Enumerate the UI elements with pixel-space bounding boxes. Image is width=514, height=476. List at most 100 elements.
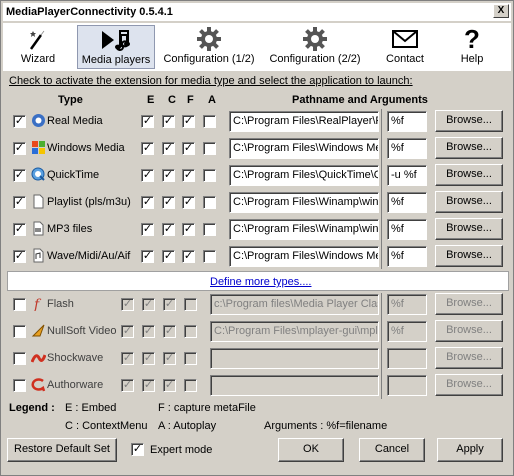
capture-checkbox[interactable]: ✓: [182, 196, 195, 209]
browse-button[interactable]: Browse...: [435, 137, 503, 159]
header-type: Type: [58, 94, 83, 106]
question-mark-icon: ?: [464, 23, 480, 54]
capture-checkbox[interactable]: ✓: [182, 169, 195, 182]
music-notes-icon: [100, 26, 132, 54]
apply-button[interactable]: Apply: [437, 438, 503, 462]
enable-checkbox[interactable]: [13, 352, 26, 365]
contextmenu-checkbox[interactable]: ✓: [162, 223, 175, 236]
autoplay-checkbox: [184, 325, 197, 338]
help-label: Help: [460, 53, 484, 65]
close-button[interactable]: X: [493, 4, 509, 18]
restore-default-button[interactable]: Restore Default Set: [7, 438, 117, 462]
autoplay-checkbox[interactable]: [203, 250, 216, 263]
ok-button[interactable]: OK: [278, 438, 344, 462]
embed-checkbox[interactable]: ✓: [141, 196, 154, 209]
arguments-input[interactable]: %f: [387, 138, 427, 159]
capture-checkbox[interactable]: ✓: [182, 142, 195, 155]
enable-checkbox[interactable]: [13, 298, 26, 311]
type-label: Authorware: [47, 379, 104, 391]
type-label: QuickTime: [47, 169, 100, 181]
embed-checkbox[interactable]: ✓: [141, 223, 154, 236]
contextmenu-checkbox[interactable]: ✓: [162, 250, 175, 263]
browse-button: Browse...: [435, 374, 503, 396]
pathname-input[interactable]: C:\Program Files\Windows Me: [229, 138, 379, 159]
header-embed: E: [147, 94, 155, 106]
help-tab[interactable]: ? Help: [447, 23, 497, 69]
define-more-types-link[interactable]: Define more types....: [210, 276, 312, 288]
contextmenu-checkbox: ✓: [142, 325, 155, 338]
magic-wand-icon: [27, 25, 49, 53]
gear-icon: [196, 25, 222, 53]
enable-checkbox[interactable]: ✓: [13, 196, 26, 209]
contextmenu-checkbox[interactable]: ✓: [162, 169, 175, 182]
autoplay-checkbox[interactable]: [203, 223, 216, 236]
type-label: NullSoft Video: [47, 325, 117, 337]
capture-checkbox[interactable]: ✓: [182, 250, 195, 263]
autoplay-checkbox: [184, 379, 197, 392]
pathname-input[interactable]: C:\Program Files\QuickTime\Q: [229, 165, 379, 186]
autoplay-checkbox[interactable]: [203, 169, 216, 182]
arguments-input[interactable]: %f: [387, 192, 427, 213]
type-label: MP3 files: [47, 223, 93, 235]
embed-checkbox: ✓: [121, 325, 134, 338]
embed-checkbox[interactable]: ✓: [141, 250, 154, 263]
column-divider: [381, 293, 382, 399]
browse-button: Browse...: [435, 293, 503, 315]
instruction-text: Check to activate the extension for medi…: [9, 75, 413, 87]
configuration-2-tab[interactable]: Configuration (2/2): [265, 25, 365, 69]
pathname-input: C:\Program Files\mplayer-gui\mpl: [210, 321, 379, 342]
pathname-input: [210, 348, 379, 369]
enable-checkbox[interactable]: [13, 379, 26, 392]
arguments-input[interactable]: %f: [387, 246, 427, 267]
configuration-1-label: Configuration (1/2): [163, 53, 255, 65]
capture-checkbox: ✓: [163, 298, 176, 311]
autoplay-checkbox[interactable]: [203, 142, 216, 155]
browse-button[interactable]: Browse...: [435, 245, 503, 267]
autoplay-checkbox[interactable]: [203, 115, 216, 128]
column-divider: [381, 109, 382, 269]
autoplay-checkbox[interactable]: [203, 196, 216, 209]
media-players-tab[interactable]: Media players: [77, 25, 155, 69]
enable-checkbox[interactable]: [13, 325, 26, 338]
pathname-input[interactable]: C:\Program Files\Windows Me: [229, 246, 379, 267]
enable-checkbox[interactable]: ✓: [13, 142, 26, 155]
wizard-tab[interactable]: Wizard: [7, 25, 69, 69]
arguments-input[interactable]: %f: [387, 219, 427, 240]
expert-mode-checkbox[interactable]: ✓: [131, 443, 144, 456]
browse-button[interactable]: Browse...: [435, 191, 503, 213]
pathname-input[interactable]: C:\Program Files\Winamp\win: [229, 192, 379, 213]
embed-checkbox[interactable]: ✓: [141, 169, 154, 182]
contextmenu-checkbox[interactable]: ✓: [162, 142, 175, 155]
arguments-input[interactable]: %f: [387, 111, 427, 132]
browse-button[interactable]: Browse...: [435, 164, 503, 186]
browse-button: Browse...: [435, 320, 503, 342]
cancel-button[interactable]: Cancel: [359, 438, 425, 462]
wizard-label: Wizard: [20, 53, 56, 65]
header-autoplay: A: [208, 94, 216, 106]
arguments-input: [387, 375, 427, 396]
autoplay-checkbox: [184, 298, 197, 311]
toolbar: Wizard Media players Configuration (1/2)…: [3, 23, 511, 71]
browse-button[interactable]: Browse...: [435, 110, 503, 132]
enable-checkbox[interactable]: ✓: [13, 169, 26, 182]
capture-checkbox[interactable]: ✓: [182, 223, 195, 236]
embed-checkbox[interactable]: ✓: [141, 115, 154, 128]
contextmenu-checkbox[interactable]: ✓: [162, 196, 175, 209]
browse-button[interactable]: Browse...: [435, 218, 503, 240]
enable-checkbox[interactable]: ✓: [13, 115, 26, 128]
type-label: Windows Media: [47, 142, 125, 154]
pathname-input[interactable]: C:\Program Files\RealPlayer\R: [229, 111, 379, 132]
pathname-input[interactable]: C:\Program Files\Winamp\win: [229, 219, 379, 240]
enable-checkbox[interactable]: ✓: [13, 250, 26, 263]
configuration-1-tab[interactable]: Configuration (1/2): [159, 25, 259, 69]
capture-checkbox[interactable]: ✓: [182, 115, 195, 128]
media-players-label: Media players: [81, 54, 151, 66]
arguments-input: %f: [387, 321, 427, 342]
embed-checkbox[interactable]: ✓: [141, 142, 154, 155]
type-label: Real Media: [47, 115, 103, 127]
arguments-input[interactable]: -u %f: [387, 165, 427, 186]
contact-tab[interactable]: Contact: [375, 25, 435, 69]
quicktime-icon: [31, 167, 46, 182]
enable-checkbox[interactable]: ✓: [13, 223, 26, 236]
contextmenu-checkbox[interactable]: ✓: [162, 115, 175, 128]
